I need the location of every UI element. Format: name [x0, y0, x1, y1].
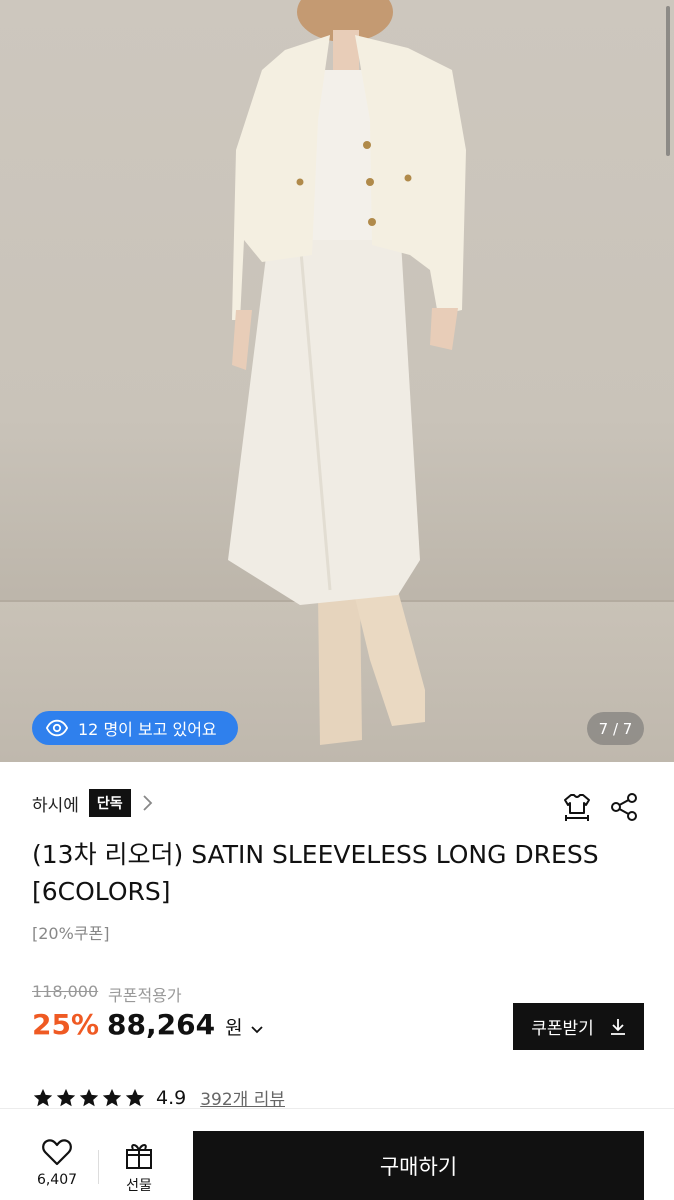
original-price: 118,000 [32, 982, 99, 1001]
price-note: 쿠폰적용가 [108, 986, 182, 1005]
model-illustration [228, 0, 466, 745]
review-count-link[interactable]: 392개 리뷰 [200, 1085, 285, 1110]
brand-name: 하시에 [32, 795, 79, 816]
chevron-right-icon [143, 795, 152, 811]
price-row[interactable]: 25% 88,264 원 [32, 1008, 263, 1041]
star-icon [56, 1088, 76, 1106]
discount-rate: 25% [32, 1008, 100, 1041]
share-button[interactable] [607, 790, 641, 824]
share-icon [611, 793, 637, 821]
bottom-divider [98, 1150, 99, 1184]
size-guide-icon [564, 794, 590, 821]
currency-unit: 원 [225, 1017, 243, 1039]
viewer-count-badge: 12 명이 보고 있어요 [32, 711, 238, 745]
buy-button[interactable]: 구매하기 [193, 1131, 644, 1200]
product-detail-page: 12 명이 보고 있어요 7 / 7 하시에 단독 (13차 리오더) SATI… [0, 0, 674, 1200]
star-icon [125, 1088, 145, 1106]
heart-icon [42, 1139, 72, 1166]
download-icon [610, 1018, 625, 1035]
buy-label: 구매하기 [379, 1154, 458, 1179]
rating-score: 4.9 [156, 1086, 187, 1109]
rating-row: 4.9 392개 리뷰 [32, 1085, 285, 1110]
gift-label: 선물 [126, 1178, 152, 1194]
eye-icon [46, 719, 68, 737]
chevron-down-icon [250, 1026, 263, 1034]
star-rating [32, 1087, 146, 1109]
star-icon [33, 1088, 53, 1106]
size-guide-button[interactable] [560, 790, 594, 824]
like-count: 6,407 [36, 1172, 78, 1188]
product-title: (13차 리오더) SATIN SLEEVELESS LONG DRESS [6… [32, 840, 599, 906]
star-icon [79, 1088, 99, 1106]
gift-icon [126, 1144, 152, 1169]
gift-button[interactable]: 선물 [112, 1140, 166, 1195]
coupon-tag: [20%쿠폰] [32, 924, 110, 943]
scrollbar-thumb[interactable] [666, 6, 670, 156]
product-image[interactable]: 12 명이 보고 있어요 7 / 7 [0, 0, 674, 762]
get-coupon-label: 쿠폰받기 [531, 1019, 594, 1039]
sale-price: 88,264 [107, 1008, 216, 1041]
brand-link[interactable]: 하시에 단독 [32, 788, 153, 818]
exclusive-badge: 단독 [88, 789, 131, 817]
image-page-counter: 7 / 7 [587, 712, 644, 745]
star-icon [102, 1088, 122, 1106]
get-coupon-button[interactable]: 쿠폰받기 [513, 1003, 644, 1050]
viewer-count-text: 12 명이 보고 있어요 [78, 720, 217, 739]
like-button[interactable]: 6,407 [30, 1138, 84, 1188]
